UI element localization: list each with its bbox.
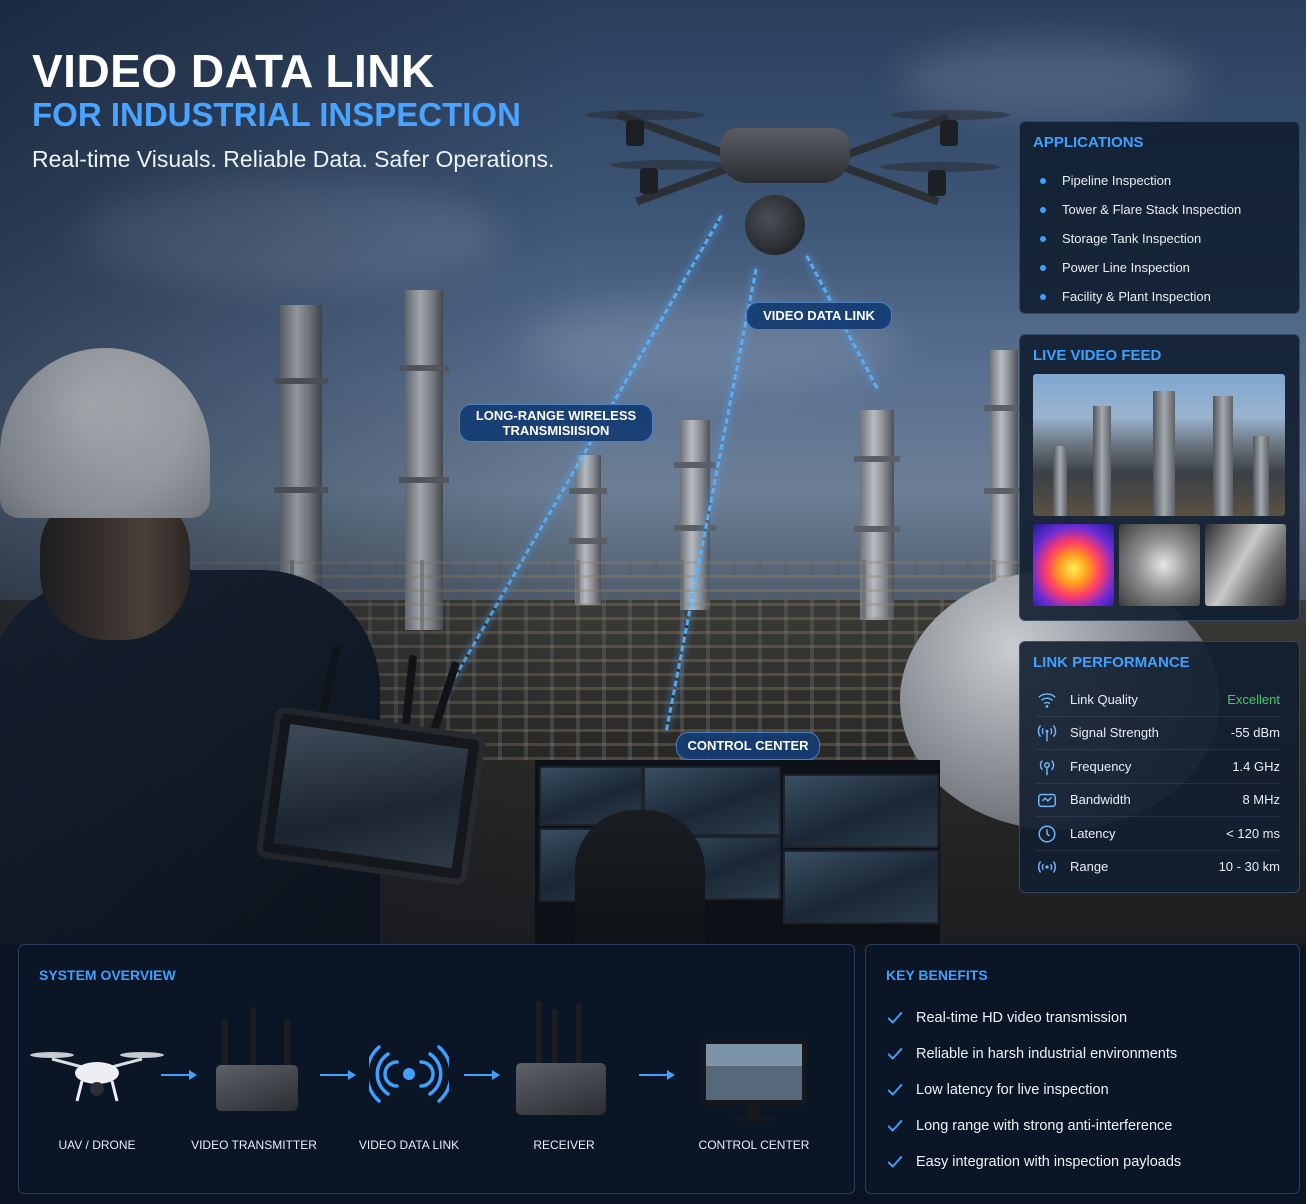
- callout-video-data-link: VIDEO DATA LINK: [746, 302, 892, 330]
- perf-value: 10 - 30 km: [1218, 859, 1280, 874]
- closeup-thumbnail[interactable]: [1205, 524, 1286, 606]
- step-label: VIDEO DATA LINK: [358, 1138, 460, 1152]
- step-label: VIDEO TRANSMITTER: [191, 1138, 317, 1152]
- broadcast-icon: [1039, 759, 1055, 775]
- wifi-icon: [1038, 692, 1056, 708]
- benefit-label: Long range with strong anti-interference: [916, 1118, 1173, 1134]
- perf-value: -55 dBm: [1230, 725, 1280, 740]
- check-icon: [887, 1120, 903, 1132]
- list-item-label: Power Line Inspection: [1062, 260, 1190, 275]
- list-item: Facility & Plant Inspection: [1034, 282, 1241, 311]
- list-item: Storage Tank Inspection: [1034, 224, 1241, 253]
- perf-value: Excellent: [1227, 692, 1280, 707]
- live-video-feed-panel: LIVE VIDEO FEED: [1019, 334, 1300, 621]
- benefit-item: Long range with strong anti-interference: [886, 1108, 1172, 1144]
- benefit-label: Low latency for live inspection: [916, 1082, 1109, 1098]
- perf-value: 8 MHz: [1242, 792, 1280, 807]
- range-icon: [1038, 860, 1056, 873]
- benefit-label: Easy integration with inspection payload…: [916, 1154, 1182, 1170]
- step-video-data-link: VIDEO DATA LINK: [339, 999, 479, 1152]
- arrow-right-icon: [464, 1070, 500, 1080]
- step-label: UAV / DRONE: [58, 1138, 136, 1152]
- list-item-label: Facility & Plant Inspection: [1062, 289, 1211, 304]
- key-benefits-panel: KEY BENEFITS Real-time HD video transmis…: [865, 944, 1300, 1194]
- drone-icon: [30, 1052, 164, 1102]
- perf-label: Bandwidth: [1070, 792, 1131, 807]
- page-title: VIDEO DATA LINK: [32, 45, 435, 97]
- list-item: Tower & Flare Stack Inspection: [1034, 195, 1241, 224]
- bullet-icon: [1040, 293, 1046, 300]
- applications-list: Pipeline Inspection Tower & Flare Stack …: [1034, 166, 1241, 311]
- link-performance-title: LINK PERFORMANCE: [1033, 654, 1190, 671]
- arrow-right-icon: [639, 1070, 675, 1080]
- list-item-label: Storage Tank Inspection: [1062, 231, 1202, 246]
- callout-long-range: LONG-RANGE WIRELESS TRANSMISIISION: [459, 404, 653, 442]
- perf-label: Signal Strength: [1070, 725, 1159, 740]
- system-overview-panel: SYSTEM OVERVIEW UAV / DRONE VIDEO TRANSM…: [18, 944, 855, 1194]
- applications-title: APPLICATIONS: [1033, 134, 1144, 151]
- benefit-item: Real-time HD video transmission: [886, 1000, 1127, 1036]
- perf-row-range: Range 10 - 30 km: [1036, 850, 1280, 883]
- bullet-icon: [1040, 264, 1046, 271]
- transmitter-icon: [216, 1065, 298, 1111]
- applications-panel: APPLICATIONS Pipeline Inspection Tower &…: [1019, 121, 1300, 314]
- perf-row-frequency: Frequency 1.4 GHz: [1036, 750, 1280, 784]
- check-icon: [887, 1048, 903, 1060]
- list-item: Power Line Inspection: [1034, 253, 1241, 282]
- perf-label: Latency: [1070, 826, 1116, 841]
- step-label: CONTROL CENTER: [698, 1138, 810, 1152]
- page-subtitle: FOR INDUSTRIAL INSPECTION: [32, 96, 521, 133]
- bullet-icon: [1040, 235, 1046, 242]
- live-video-main-view[interactable]: [1033, 374, 1285, 516]
- step-receiver: RECEIVER: [494, 999, 634, 1152]
- check-icon: [887, 1156, 903, 1168]
- page-tagline: Real-time Visuals. Reliable Data. Safer …: [32, 146, 555, 172]
- step-uav-drone: UAV / DRONE: [27, 999, 167, 1152]
- antenna-icon: [1037, 724, 1057, 741]
- closeup-thumbnail[interactable]: [1119, 524, 1200, 606]
- perf-row-latency: Latency < 120 ms: [1036, 817, 1280, 851]
- benefit-item: Low latency for live inspection: [886, 1072, 1109, 1108]
- perf-row-link-quality: Link Quality Excellent: [1036, 683, 1280, 717]
- perf-value: 1.4 GHz: [1232, 759, 1280, 774]
- perf-row-signal-strength: Signal Strength -55 dBm: [1036, 716, 1280, 750]
- system-overview-title: SYSTEM OVERVIEW: [39, 967, 176, 983]
- benefit-item: Reliable in harsh industrial environment…: [886, 1036, 1177, 1072]
- callout-control-center: CONTROL CENTER: [676, 732, 820, 760]
- list-item-label: Tower & Flare Stack Inspection: [1062, 202, 1242, 217]
- latency-icon: [1038, 824, 1056, 843]
- benefit-item: Easy integration with inspection payload…: [886, 1144, 1181, 1180]
- perf-label: Range: [1070, 859, 1109, 874]
- callout-long-range-label: LONG-RANGE WIRELESS TRANSMISIISION: [475, 408, 637, 438]
- bullet-icon: [1040, 206, 1046, 213]
- monitor-icon: [701, 1039, 807, 1121]
- step-control-center: CONTROL CENTER: [684, 999, 824, 1152]
- key-benefits-title: KEY BENEFITS: [886, 967, 988, 983]
- check-icon: [887, 1012, 903, 1024]
- step-video-transmitter: VIDEO TRANSMITTER: [184, 999, 324, 1152]
- thermal-thumbnail[interactable]: [1033, 524, 1114, 606]
- check-icon: [887, 1084, 903, 1096]
- bullet-icon: [1040, 177, 1046, 184]
- link-performance-panel: LINK PERFORMANCE Link Quality Excellent …: [1019, 641, 1300, 893]
- signal-waves-icon: [369, 1045, 449, 1103]
- list-item-label: Pipeline Inspection: [1062, 173, 1172, 188]
- benefit-label: Reliable in harsh industrial environment…: [916, 1046, 1178, 1062]
- benefit-label: Real-time HD video transmission: [916, 1010, 1128, 1026]
- perf-row-bandwidth: Bandwidth 8 MHz: [1036, 783, 1280, 817]
- list-item: Pipeline Inspection: [1034, 166, 1241, 195]
- step-label: RECEIVER: [533, 1138, 595, 1152]
- bandwidth-icon: [1038, 793, 1056, 807]
- receiver-icon: [516, 1063, 606, 1115]
- perf-label: Link Quality: [1070, 692, 1138, 707]
- perf-label: Frequency: [1070, 759, 1132, 774]
- live-video-feed-title: LIVE VIDEO FEED: [1033, 347, 1162, 364]
- perf-value: < 120 ms: [1226, 826, 1280, 841]
